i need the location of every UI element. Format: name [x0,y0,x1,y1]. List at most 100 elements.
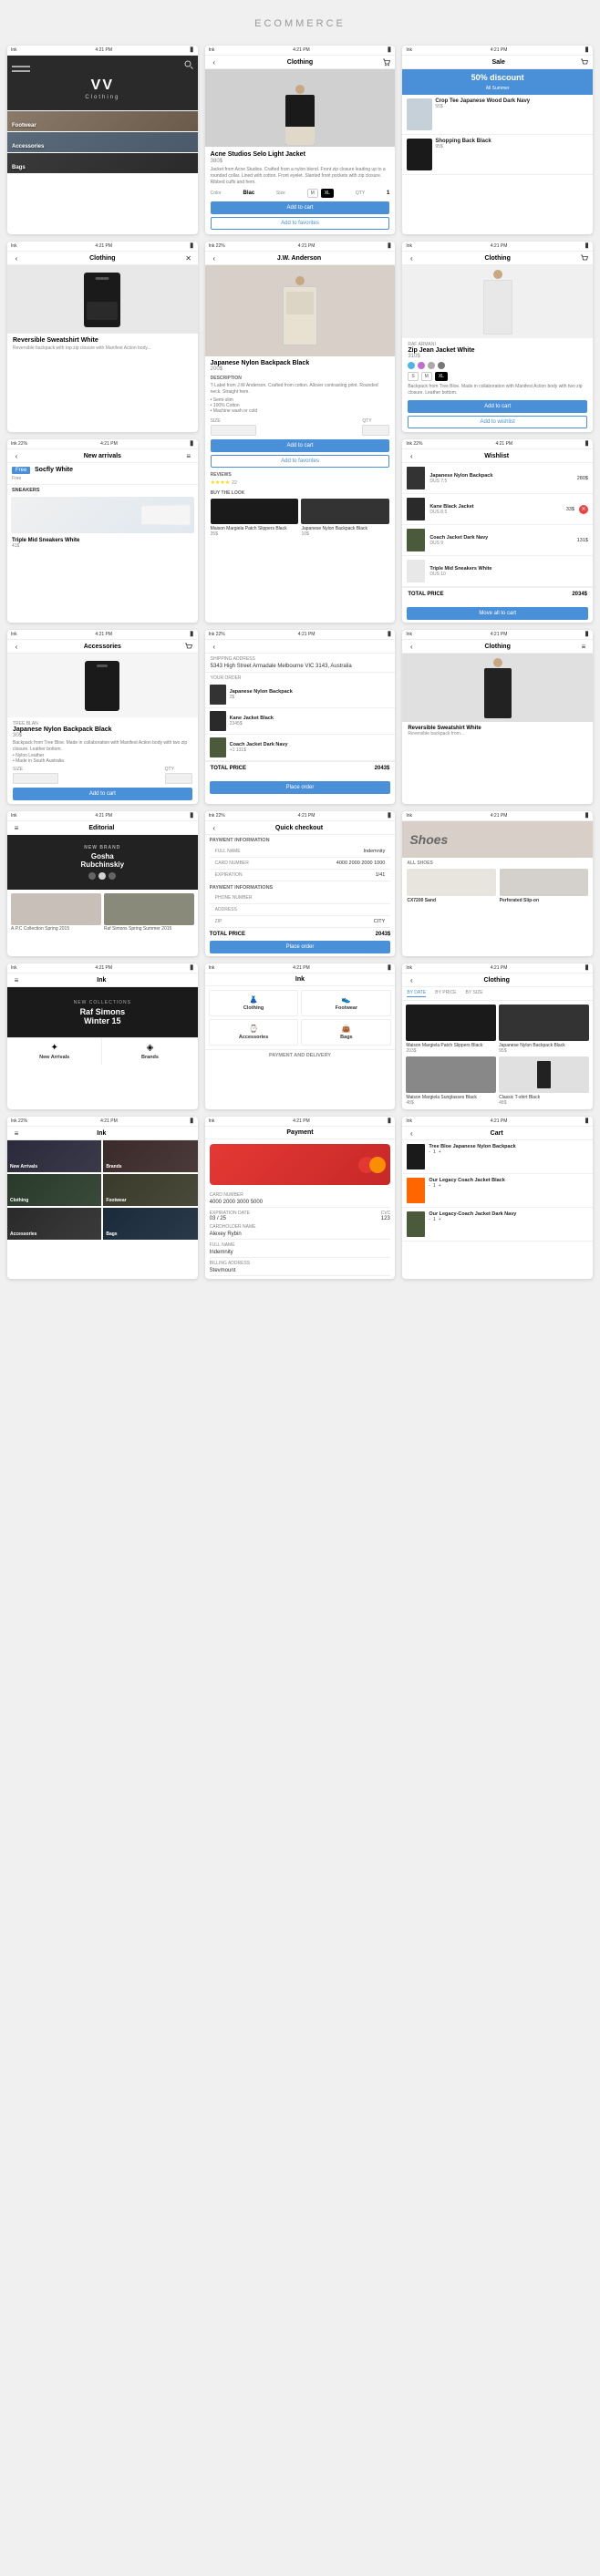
search-icon[interactable] [184,60,193,71]
nav-title-7: New arrivals [21,453,184,459]
screen-payment: Ink4:21 PM▊ Payment CARD NUMBER 4000 200… [205,1117,396,1279]
qty-minus-2[interactable]: - [429,1183,430,1189]
fullname-val-p: Indemnity [210,1248,391,1258]
back-icon[interactable]: ‹ [210,58,219,66]
nav-img-clothing[interactable]: Clothing [7,1174,101,1206]
nav-item-clothing[interactable]: 👗 Clothing [209,990,299,1016]
nav-item-bags[interactable]: 👜 Bags [301,1019,391,1046]
category-footwear[interactable]: Footwear [12,123,36,129]
back-icon-6[interactable]: ‹ [407,254,416,262]
qty-minus-3[interactable]: - [429,1217,430,1222]
add-wishlist-wj[interactable]: Add to wishlist [408,416,587,428]
place-order-checkout-btn[interactable]: Place order [210,941,391,953]
nav-img-accessories[interactable]: Accessories [7,1208,101,1240]
sale-cart-icon[interactable] [579,58,588,66]
nav-img-footwear[interactable]: Footwear [103,1174,197,1206]
color-dark[interactable] [438,362,445,369]
back-icon-cart[interactable]: ‹ [407,1129,416,1137]
clothing-item-2[interactable]: Japanese Nylon Backpack Black 95$ [499,1005,589,1054]
editorial-badge: NEW BRAND [81,845,125,850]
filter-size[interactable]: BY SIZE [466,990,483,997]
add-to-favorites-button[interactable]: Add to favorites [211,217,390,230]
back-icon-7[interactable]: ‹ [12,452,21,459]
screen-bag-popup: Ink4:21 PM▊ ‹ Clothing ✕ Reversible Swea… [7,242,198,432]
clothing-item-1[interactable]: Maison Margiela Patch Slippers Black 203… [406,1005,496,1054]
nav-img-label-1: New Arrivals [10,1164,37,1170]
list-icon[interactable]: ≡ [184,452,193,459]
place-order-btn[interactable]: Place order [210,781,391,794]
clothing-item-4[interactable]: Classic T-shirt Black 48$ [499,1056,589,1106]
screen-editorial: Ink4:21 PM▊ ≡ Editorial NEW BRAND GoshaR… [7,811,198,956]
back-icon-8[interactable]: ‹ [407,452,416,459]
wishlist-item-2: Kane Black Jacket DUS 8.5 33$ ✕ [402,494,593,525]
size-s[interactable]: S [408,372,418,381]
editorial-item-2[interactable]: Raf Simons Spring Summer 2015 [104,893,194,932]
cart-icon-6[interactable] [579,254,588,262]
size-xl[interactable]: XL [321,189,334,198]
editorial-item-1[interactable]: A.P.C Collection Spring 2015 [11,893,101,932]
category-accessories[interactable]: Accessories [12,144,44,149]
wishlist-remove-2[interactable]: ✕ [579,505,588,514]
close-icon[interactable]: ✕ [184,254,193,262]
menu-icon-15[interactable]: ≡ [12,976,21,984]
nav-title-11: Clothing [416,644,579,650]
nav-img-bags[interactable]: Bags [103,1208,197,1240]
nav-img-new-arrivals[interactable]: New Arrivals [7,1140,101,1172]
back-icon-4[interactable]: ‹ [12,254,21,262]
back-icon-13[interactable]: ‹ [210,824,219,831]
back-icon-17[interactable]: ‹ [407,976,416,984]
nav-item-accessories[interactable]: ⌚ Accessories [209,1019,299,1046]
bag-desc: Reversible backpack with top zip closure… [13,345,192,351]
size-xl-wj[interactable]: XL [435,372,448,381]
cart-icon-9[interactable] [184,643,193,650]
back-icon-10[interactable]: ‹ [210,643,219,650]
move-to-cart-btn[interactable]: Move all to cart [407,607,588,620]
add-cart-jw[interactable]: Add to cart [211,439,390,452]
list-icon-11[interactable]: ≡ [579,643,588,650]
wishlist-price-2: 33$ [566,507,574,512]
menu-icon-12[interactable]: ≡ [12,824,21,831]
cart-icon[interactable] [381,58,390,66]
sale-product-2-name: Shopping Back Black [435,139,491,144]
color-purple[interactable] [418,362,425,369]
filter-date[interactable]: BY DATE [407,990,426,997]
shoe-item-2[interactable]: Perforated Slip-on [500,869,588,903]
category-bags[interactable]: Bags [12,165,26,170]
size-m-wj[interactable]: M [421,372,432,381]
menu-icon-18[interactable]: ≡ [12,1129,21,1137]
add-cart-wj[interactable]: Add to cart [408,400,587,413]
nav-brands[interactable]: ◈ Brands [102,1038,197,1065]
shoe-item-1[interactable]: CX7200 Sand [407,869,495,903]
add-cart-acc[interactable]: Add to cart [13,788,192,800]
clothing-item-3[interactable]: Maison Margiela Sunglasses Black 48$ [406,1056,496,1106]
color-blue[interactable] [408,362,415,369]
back-icon-11[interactable]: ‹ [407,643,416,650]
qty-num-1: 1 [433,1149,436,1155]
checkout-total-label: TOTAL PRICE [210,932,245,937]
qty-plus-3[interactable]: + [439,1217,441,1222]
qty-plus-2[interactable]: + [439,1183,441,1189]
back-icon-9[interactable]: ‹ [12,643,21,650]
screen-shoes: Ink4:21 PM▊ Shoes ALL SHOES CX7200 Sand … [402,811,593,956]
nav-img-brands[interactable]: Brands [103,1140,197,1172]
qty-plus-1[interactable]: + [439,1149,441,1155]
nav-img-label-3: Clothing [10,1198,28,1203]
jw-product-name: Japanese Nylon Backpack Black [211,360,390,366]
qty-minus-1[interactable]: - [429,1149,430,1155]
size-m[interactable]: M [307,189,318,198]
filter-price[interactable]: BY PRICE [435,990,456,997]
add-to-cart-button[interactable]: Add to cart [211,201,390,214]
nav-item-footwear[interactable]: 👟 Footwear [301,990,391,1016]
nav-img-label-5: Accessories [10,1231,36,1237]
look-item-1[interactable]: Maison Margiela Patch Slippers Black 35$ [211,499,299,537]
screen-main-nav-img: Ink 22%4:21 PM▊ ≡ Ink New Arrivals Brand… [7,1117,198,1279]
status-bar-9: Ink4:21 PM▊ [7,630,198,640]
all-shoes-label: ALL SHOES [407,860,588,866]
add-favorites-jw[interactable]: Add to favorites [211,455,390,468]
acc-price: 30$ [13,733,192,738]
back-icon-5[interactable]: ‹ [210,254,219,262]
checkout-zip: ZIP CITY [210,916,391,928]
nav-new-arrivals[interactable]: ✦ New Arrivals [7,1038,102,1065]
color-gray[interactable] [428,362,435,369]
look-item-2[interactable]: Japanese Nylon Backpack Black 10$ [301,499,389,537]
